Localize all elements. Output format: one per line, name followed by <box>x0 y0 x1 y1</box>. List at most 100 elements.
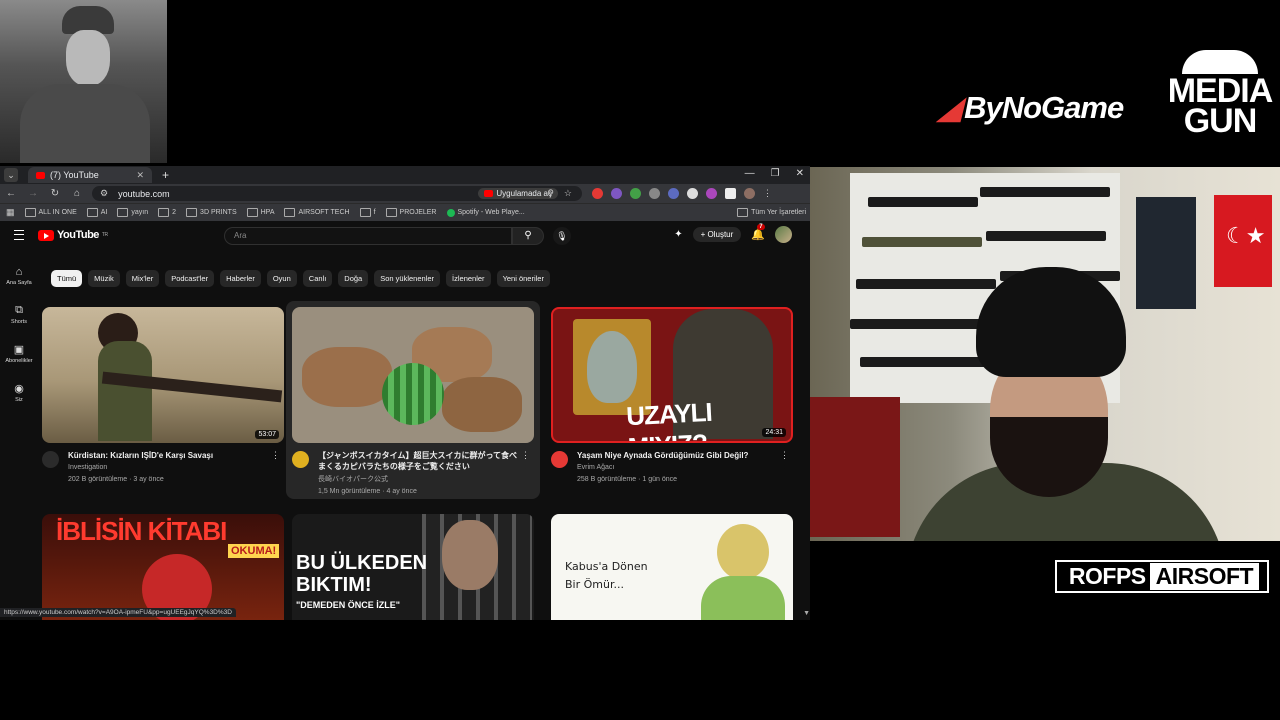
guide-item-shorts[interactable]: ⧉ Shorts <box>0 304 38 325</box>
all-bookmarks-folder[interactable]: Tüm Yer İşaretleri <box>737 208 806 217</box>
forward-icon[interactable]: → <box>22 188 44 199</box>
bookmark-folder[interactable]: 2 <box>158 208 176 217</box>
subscriptions-icon: ▣ <box>13 344 25 356</box>
bookmark-folder[interactable]: ALL IN ONE <box>24 208 77 217</box>
home-icon: ⌂ <box>15 266 23 278</box>
folder-icon <box>737 208 749 217</box>
chip-music[interactable]: Müzik <box>88 270 120 287</box>
create-button[interactable]: + Oluştur <box>692 227 742 242</box>
youtube-app-icon <box>484 190 494 197</box>
bookmark-folder[interactable]: PROJELER <box>385 208 437 217</box>
restore-icon[interactable]: ❐ <box>771 168 780 179</box>
chip-nature[interactable]: Doğa <box>338 270 369 287</box>
scroll-down-icon[interactable]: ▼ <box>803 610 810 617</box>
back-icon[interactable]: ← <box>0 188 22 199</box>
close-window-icon[interactable]: ✕ <box>796 168 804 179</box>
tab-search-icon[interactable]: ⌄ <box>4 168 18 182</box>
folder-icon <box>24 208 36 217</box>
guide-item-home[interactable]: ⌂ Ana Sayfa <box>0 266 38 286</box>
mediagun-logo: MEDIA GUN <box>1164 50 1276 138</box>
video-thumbnail[interactable]: İBLİSİN KİTABI OKUMA! <box>42 514 284 620</box>
more-actions-icon[interactable]: ⋮ <box>780 450 789 461</box>
search-input[interactable]: Ara <box>224 227 512 245</box>
tab-youtube[interactable]: (7) YouTube ✕ <box>28 167 152 183</box>
search-button[interactable]: ⚲ <box>512 227 544 245</box>
zoom-icon[interactable]: ⚲ <box>547 188 554 199</box>
minimize-icon[interactable]: — <box>745 168 755 179</box>
bynogame-mark-icon: ◢ <box>938 91 961 125</box>
open-in-app-button[interactable]: Uygulamada aç <box>478 188 558 199</box>
folder-icon <box>117 208 129 217</box>
avatar[interactable] <box>775 226 792 243</box>
extension-icon[interactable] <box>592 188 603 199</box>
guide-item-subscriptions[interactable]: ▣ Abonelikler <box>0 343 38 364</box>
video-card[interactable]: BU ÜLKEDEN BIKTIM! "DEMEDEN ÖNCE İZLE" <box>292 514 534 620</box>
chip-gaming[interactable]: Oyun <box>266 270 297 287</box>
video-thumbnail[interactable]: UZAYLI MIYIZ? 24:31 <box>551 307 793 443</box>
chip-new-to-you[interactable]: Yeni öneriler <box>496 270 550 287</box>
extension-icon[interactable] <box>668 188 679 199</box>
apps-grid-icon[interactable]: ▦ <box>6 207 15 218</box>
more-actions-icon[interactable]: ⋮ <box>521 450 530 461</box>
rofps-airsoft-logo: ROFPS AIRSOFT <box>1055 560 1269 593</box>
video-card[interactable]: İBLİSİN KİTABI OKUMA! <box>42 514 284 620</box>
channel-avatar[interactable] <box>551 451 568 468</box>
cast-icon[interactable]: ✦ <box>674 229 682 240</box>
notifications-icon[interactable]: 🔔 7 <box>751 224 765 241</box>
video-thumbnail[interactable] <box>292 307 534 443</box>
home-icon[interactable]: ⌂ <box>66 188 88 199</box>
folder-icon <box>158 208 170 217</box>
extension-icon[interactable] <box>687 188 698 199</box>
folder-icon <box>86 208 98 217</box>
chip-all[interactable]: Tümü <box>51 270 83 287</box>
profile-avatar-icon[interactable] <box>744 188 755 199</box>
youtube-favicon-icon <box>36 171 45 179</box>
bookmark-folder[interactable]: f <box>359 208 376 217</box>
youtube-logo[interactable]: YouTube TR <box>38 229 108 241</box>
site-info-icon[interactable]: ⚙ <box>100 188 108 199</box>
spotify-icon <box>446 208 455 217</box>
video-card[interactable]: 【ジャンボスイカタイム】超巨大スイカに群がって食べまくるカピバラたちの様子をご覧… <box>292 307 534 495</box>
video-thumbnail[interactable]: Kabus'a Dönen Bir Ömür... <box>551 514 793 620</box>
guide-item-you[interactable]: ◉ Siz <box>0 382 38 403</box>
video-card[interactable]: UZAYLI MIYIZ? 24:31 Yaşam Niye Aynada Gö… <box>551 307 793 483</box>
video-card[interactable]: 53:07 Kürdistan: Kızların IŞİD'e Karşı S… <box>42 307 284 483</box>
bookmark-folder[interactable]: AIRSOFT TECH <box>284 208 350 217</box>
bookmark-star-icon[interactable]: ☆ <box>564 188 572 199</box>
chip-podcasts[interactable]: Podcast'ler <box>165 270 215 287</box>
chip-watched[interactable]: İzlenenler <box>446 270 491 287</box>
video-thumbnail[interactable]: BU ÜLKEDEN BIKTIM! "DEMEDEN ÖNCE İZLE" <box>292 514 534 620</box>
extension-icon[interactable] <box>706 188 717 199</box>
extension-icon[interactable] <box>611 188 622 199</box>
bookmark-spotify[interactable]: Spotify - Web Playe... <box>446 208 525 217</box>
extension-icon[interactable] <box>649 188 660 199</box>
video-thumbnail[interactable]: 53:07 <box>42 307 284 443</box>
tab-strip: ⌄ (7) YouTube ✕ + — ❐ ✕ <box>0 166 810 184</box>
shorts-icon: ⧉ <box>15 304 23 316</box>
voice-search-icon[interactable]: 🎙 <box>553 227 571 245</box>
link-status-bar: https://www.youtube.com/watch?v=A9OA-ipm… <box>0 608 236 617</box>
extensions-puzzle-icon[interactable] <box>725 188 736 199</box>
extension-icon[interactable] <box>630 188 641 199</box>
channel-avatar[interactable] <box>292 451 309 468</box>
extensions-area: ⋮ <box>592 188 774 199</box>
address-bar[interactable]: ⚙ youtube.com Uygulamada aç ⚲ ☆ <box>92 186 582 201</box>
bookmark-folder[interactable]: yayın <box>117 208 148 217</box>
chip-recent[interactable]: Son yüklenenler <box>374 270 441 287</box>
new-tab-button[interactable]: + <box>162 168 169 182</box>
video-card[interactable]: Kabus'a Dönen Bir Ömür... <box>551 514 793 620</box>
chip-live[interactable]: Canlı <box>302 270 333 287</box>
channel-avatar[interactable] <box>42 451 59 468</box>
chip-news[interactable]: Haberler <box>220 270 261 287</box>
bookmark-folder[interactable]: 3D PRINTS <box>186 208 237 217</box>
reload-icon[interactable]: ↻ <box>44 188 66 199</box>
bookmark-folder[interactable]: HPA <box>246 208 274 217</box>
bookmark-folder[interactable]: AI <box>86 208 107 217</box>
browser-menu-icon[interactable]: ⋮ <box>763 188 774 199</box>
menu-icon[interactable] <box>14 230 24 240</box>
bynogame-logo: ◢ ByNoGame <box>938 90 1124 125</box>
chip-mixes[interactable]: Mix'ler <box>125 270 160 287</box>
more-actions-icon[interactable]: ⋮ <box>271 450 280 461</box>
close-tab-icon[interactable]: ✕ <box>136 170 144 181</box>
guide-sidebar: ⌂ Ana Sayfa ⧉ Shorts ▣ Abonelikler ◉ Siz <box>0 266 38 421</box>
